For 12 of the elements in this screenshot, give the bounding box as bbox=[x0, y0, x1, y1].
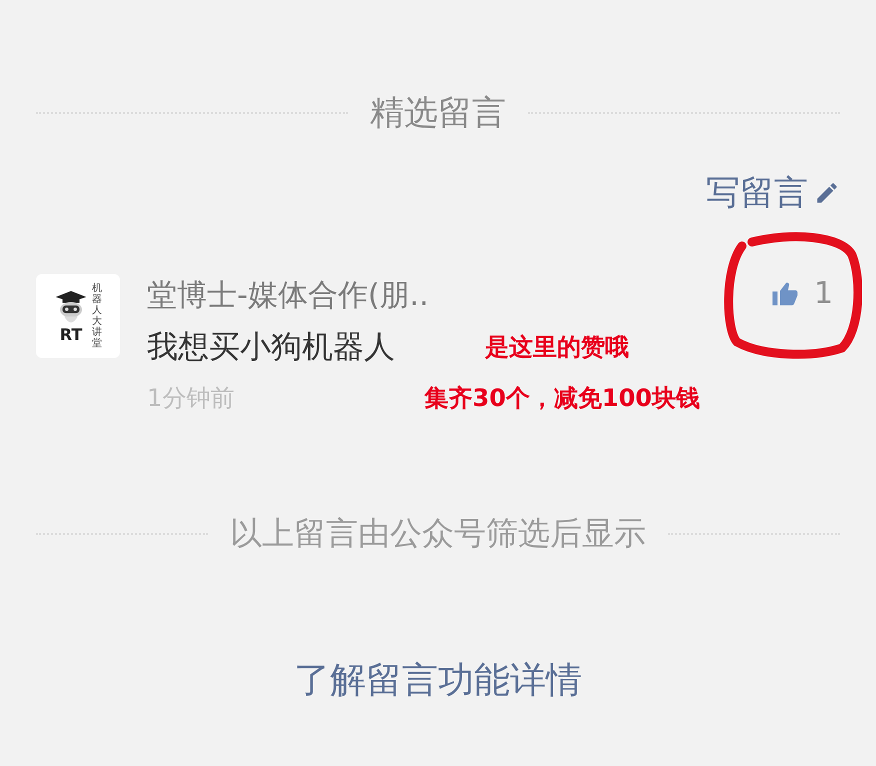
logo-side-text: 机器人大讲堂 bbox=[92, 283, 102, 349]
learn-more-link[interactable]: 了解留言功能详情 bbox=[294, 656, 582, 705]
like-button[interactable]: 1 bbox=[770, 276, 834, 311]
annotation-text: 是这里的赞哦 bbox=[485, 332, 629, 363]
annotation-text: 集齐30个，减免100块钱 bbox=[424, 383, 700, 414]
comment-text: 我想买小狗机器人 bbox=[147, 328, 396, 367]
footer-note: 以上留言由公众号筛选后显示 bbox=[230, 513, 646, 554]
write-comment-link[interactable]: 写留言 bbox=[706, 170, 840, 216]
section-title: 精选留言 bbox=[370, 92, 506, 135]
like-count: 1 bbox=[814, 276, 834, 311]
commenter-name: 堂博士-媒体合作(朋.. bbox=[147, 277, 430, 315]
logo-text: RT bbox=[60, 327, 82, 343]
